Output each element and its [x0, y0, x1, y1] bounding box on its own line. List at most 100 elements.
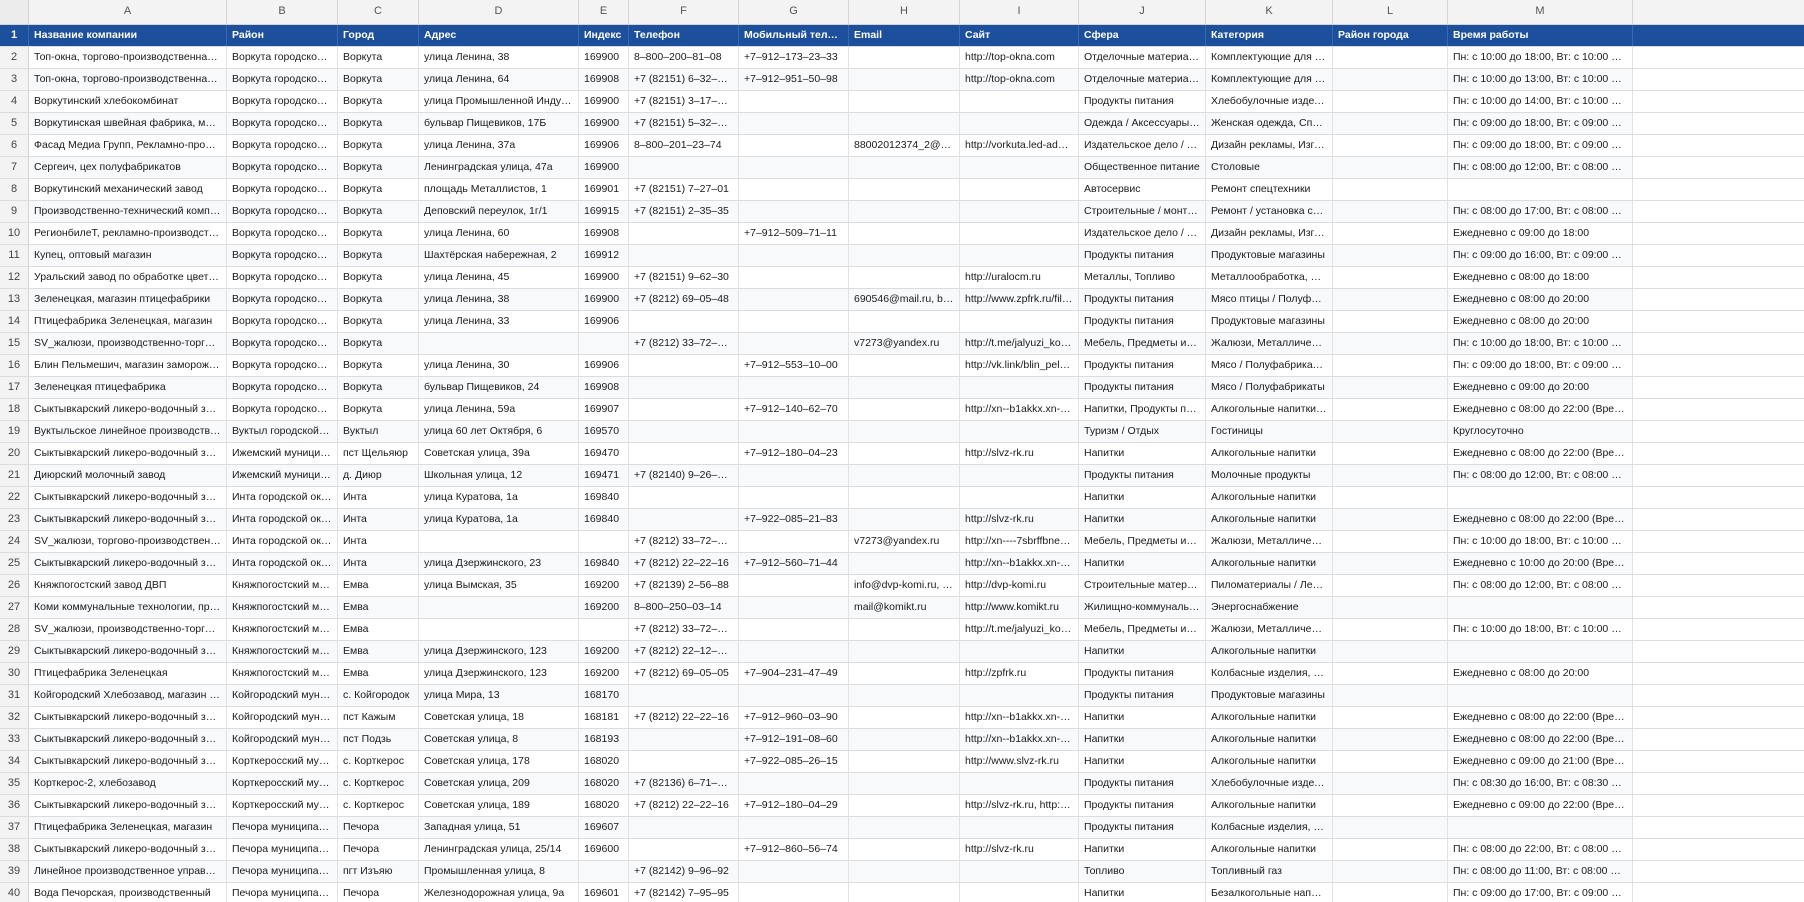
table-cell[interactable]: Воркута [338, 311, 419, 332]
table-cell[interactable]: Воркута городской округ [227, 267, 338, 288]
table-cell[interactable]: 169200 [579, 597, 629, 618]
table-cell[interactable]: 8–800–201–23–74 [629, 135, 739, 156]
column-title[interactable]: Email [849, 25, 960, 46]
table-cell[interactable]: +7 (8212) 33–72–73, +7 [629, 333, 739, 354]
table-cell[interactable]: Печора муниципальный [227, 883, 338, 902]
table-cell[interactable]: Столовые [1206, 157, 1333, 178]
table-cell[interactable]: Ежедневно с 09:00 до 20:00 [1448, 377, 1633, 398]
table-cell[interactable] [1333, 553, 1448, 574]
table-cell[interactable]: Воркутинский хлебокомбинат [29, 91, 227, 112]
table-cell[interactable]: Ежедневно с 10:00 до 20:00 (Время прода [1448, 553, 1633, 574]
column-header-a[interactable]: A [29, 0, 227, 24]
table-cell[interactable] [1333, 751, 1448, 772]
table-cell[interactable]: Алкогольные напитки [1206, 487, 1333, 508]
table-cell[interactable]: Колбасные изделия, Мясо [1206, 817, 1333, 838]
table-cell[interactable]: +7–912–951–50–98 [739, 69, 849, 90]
row-number[interactable]: 23 [0, 509, 29, 530]
table-cell[interactable]: улица Ленина, 33 [419, 311, 579, 332]
table-cell[interactable]: Воркута [338, 377, 419, 398]
table-cell[interactable]: 169600 [579, 839, 629, 860]
row-number[interactable]: 35 [0, 773, 29, 794]
table-cell[interactable]: Женская одежда, Спецодежда [1206, 113, 1333, 134]
table-cell[interactable]: Напитки [1079, 839, 1206, 860]
table-cell[interactable] [849, 201, 960, 222]
table-cell[interactable]: с. Корткерос [338, 795, 419, 816]
table-cell[interactable]: Емва [338, 619, 419, 640]
table-cell[interactable] [849, 883, 960, 902]
table-cell[interactable] [579, 531, 629, 552]
table-cell[interactable]: Ежедневно с 08:00 до 22:00 (Время прода [1448, 509, 1633, 530]
table-cell[interactable] [739, 487, 849, 508]
table-cell[interactable] [629, 421, 739, 442]
table-cell[interactable] [1333, 201, 1448, 222]
table-cell[interactable]: 169900 [579, 47, 629, 68]
column-header-b[interactable]: B [227, 0, 338, 24]
table-cell[interactable]: 169200 [579, 575, 629, 596]
table-cell[interactable]: http://t.me/jalyuzi_komi, h [960, 619, 1079, 640]
table-cell[interactable]: Воркута городской округ [227, 311, 338, 332]
table-cell[interactable]: +7 (82142) 7–95–95 [629, 883, 739, 902]
table-cell[interactable]: с. Койгородок [338, 685, 419, 706]
table-cell[interactable]: +7–922–085–26–15 [739, 751, 849, 772]
table-cell[interactable]: Сыктывкарский ликеро-водочный завод [29, 399, 227, 420]
table-cell[interactable]: 168020 [579, 773, 629, 794]
table-cell[interactable]: 168020 [579, 795, 629, 816]
table-cell[interactable]: Инта городской округ [227, 531, 338, 552]
table-cell[interactable]: 168181 [579, 707, 629, 728]
table-cell[interactable] [739, 861, 849, 882]
column-header-i[interactable]: I [960, 0, 1079, 24]
table-cell[interactable] [849, 685, 960, 706]
table-cell[interactable]: Купец, оптовый магазин [29, 245, 227, 266]
table-cell[interactable] [629, 311, 739, 332]
table-cell[interactable] [629, 685, 739, 706]
table-cell[interactable] [739, 135, 849, 156]
row-number[interactable]: 27 [0, 597, 29, 618]
row-number[interactable]: 14 [0, 311, 29, 332]
table-cell[interactable] [849, 619, 960, 640]
table-cell[interactable]: Княжпогостский завод ДВП [29, 575, 227, 596]
table-cell[interactable] [960, 861, 1079, 882]
table-cell[interactable] [739, 531, 849, 552]
table-cell[interactable] [629, 157, 739, 178]
table-cell[interactable]: Издательское дело / Полиграфия [1079, 223, 1206, 244]
table-cell[interactable] [849, 267, 960, 288]
table-cell[interactable]: Койгородский Хлебозавод, магазин при [29, 685, 227, 706]
table-cell[interactable]: Воркута городской округ [227, 47, 338, 68]
table-cell[interactable] [960, 377, 1079, 398]
row-number[interactable]: 15 [0, 333, 29, 354]
table-cell[interactable]: +7 (82151) 5–32–88, +7 [629, 113, 739, 134]
table-cell[interactable]: Емва [338, 597, 419, 618]
table-cell[interactable]: Воркута городской округ [227, 245, 338, 266]
table-cell[interactable] [1333, 487, 1448, 508]
table-cell[interactable]: Инта [338, 553, 419, 574]
table-cell[interactable]: бульвар Пищевиков, 17Б [419, 113, 579, 134]
table-cell[interactable]: Металлы, Топливо [1079, 267, 1206, 288]
table-cell[interactable]: Инта городской округ [227, 509, 338, 530]
table-cell[interactable]: +7 (82151) 2–35–35 [629, 201, 739, 222]
table-cell[interactable]: +7–904–231–47–49 [739, 663, 849, 684]
table-cell[interactable] [960, 641, 1079, 662]
table-cell[interactable]: http://www.slvz-rk.ru [960, 751, 1079, 772]
table-cell[interactable] [629, 509, 739, 530]
table-cell[interactable]: Вуктыльское линейное производственное [29, 421, 227, 442]
table-cell[interactable]: 169907 [579, 399, 629, 420]
table-cell[interactable]: 169900 [579, 113, 629, 134]
table-cell[interactable] [1333, 861, 1448, 882]
table-cell[interactable]: Княжпогостский муниципальный [227, 575, 338, 596]
table-cell[interactable]: Койгородский муниципальный [227, 729, 338, 750]
table-cell[interactable]: Птицефабрика Зеленецкая, магазин [29, 311, 227, 332]
table-cell[interactable]: 168170 [579, 685, 629, 706]
table-cell[interactable]: Пн: с 09:00 до 18:00, Вт: с 09:00 до 18:… [1448, 355, 1633, 376]
row-number[interactable]: 39 [0, 861, 29, 882]
column-title[interactable]: Категория [1206, 25, 1333, 46]
table-cell[interactable] [1333, 333, 1448, 354]
table-cell[interactable]: http://www.komikt.ru [960, 597, 1079, 618]
table-cell[interactable]: Сыктывкарский ликеро-водочный завод [29, 553, 227, 574]
table-cell[interactable]: Продукты питания [1079, 245, 1206, 266]
table-cell[interactable] [849, 773, 960, 794]
table-cell[interactable]: Алкогольные напитки [1206, 839, 1333, 860]
table-cell[interactable] [579, 333, 629, 354]
table-cell[interactable]: Пн: с 10:00 до 18:00, Вт: с 10:00 до 18:… [1448, 531, 1633, 552]
table-cell[interactable]: +7–912–180–04–23 [739, 443, 849, 464]
table-cell[interactable]: Советская улица, 209 [419, 773, 579, 794]
